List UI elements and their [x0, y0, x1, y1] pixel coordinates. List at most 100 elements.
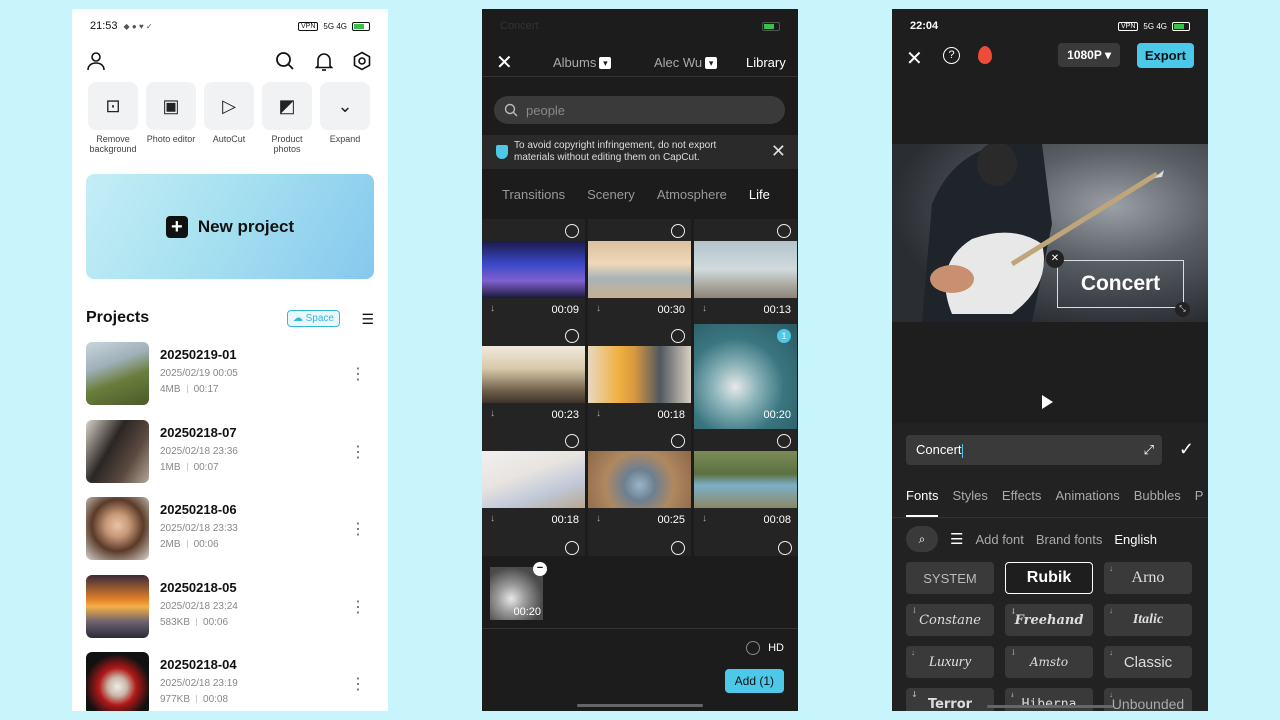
tab-styles[interactable]: Styles: [953, 488, 988, 503]
add-font-button[interactable]: Add font: [975, 532, 1023, 547]
tab-bubbles[interactable]: Bubbles: [1134, 488, 1181, 503]
select-badge[interactable]: 1: [777, 329, 791, 343]
rotate-scale-icon[interactable]: ⤡: [1175, 302, 1190, 317]
tab-scenery[interactable]: Scenery: [587, 187, 635, 202]
download-icon[interactable]: ↓: [596, 408, 601, 419]
new-project-button[interactable]: + New project: [86, 174, 374, 279]
sort-list-icon[interactable]: ☰: [361, 311, 374, 328]
download-icon[interactable]: ↓: [702, 303, 707, 314]
tab-user[interactable]: Alec Wu ▾: [654, 55, 718, 70]
more-options-icon[interactable]: ⋮: [350, 674, 366, 694]
select-circle[interactable]: [565, 224, 579, 238]
clip-tile[interactable]: ↓ 00:30: [588, 219, 691, 324]
tool-product-photos[interactable]: ◩ Product photos: [262, 82, 312, 154]
tool-remove-background[interactable]: ⊡ Remove background: [88, 82, 138, 154]
select-circle[interactable]: [671, 224, 685, 238]
clip-tile-selected[interactable]: 1 00:20: [694, 324, 797, 429]
close-icon[interactable]: ✕: [496, 50, 513, 75]
tab-fonts[interactable]: Fonts: [906, 488, 939, 503]
clip-tile[interactable]: ↓ 00:18: [482, 429, 585, 534]
font-option[interactable]: ↓ Freehand: [1005, 604, 1093, 636]
tool-autocut[interactable]: ▷ AutoCut: [204, 82, 254, 154]
clip-tile[interactable]: ↓ 00:09: [482, 219, 585, 324]
close-icon[interactable]: ✕: [906, 46, 923, 71]
download-icon[interactable]: ↓: [596, 303, 601, 314]
font-option[interactable]: ↓ Constane: [906, 604, 994, 636]
project-row[interactable]: 20250219-01 2025/02/19 00:05 4MB 00:17 ⋮: [86, 342, 374, 420]
download-icon[interactable]: ↓: [702, 513, 707, 524]
search-input[interactable]: people: [494, 96, 785, 124]
add-button[interactable]: Add (1): [724, 669, 784, 693]
delete-text-icon[interactable]: ✕: [1046, 250, 1064, 268]
clip-tile[interactable]: ↓ 00:08: [694, 429, 797, 534]
clip-tile[interactable]: ↓ 00:25: [588, 429, 691, 534]
project-row[interactable]: 20250218-06 2025/02/18 23:33 2MB 00:06 ⋮: [86, 497, 374, 575]
font-option-selected[interactable]: Rubik: [1005, 562, 1093, 594]
tab-effects[interactable]: Effects: [1002, 488, 1042, 503]
more-options-icon[interactable]: ⋮: [350, 519, 366, 539]
tool-photo-editor[interactable]: ▣ Photo editor: [146, 82, 196, 154]
select-circle[interactable]: [565, 329, 579, 343]
more-options-icon[interactable]: ⋮: [350, 364, 366, 384]
font-option[interactable]: ↓ Classic: [1104, 646, 1192, 678]
tab-life[interactable]: Life: [749, 187, 770, 202]
clip-tile[interactable]: [482, 534, 585, 556]
close-icon[interactable]: ✕: [771, 141, 786, 162]
tab-more[interactable]: P: [1195, 488, 1204, 503]
language-filter[interactable]: English: [1114, 532, 1157, 547]
select-circle[interactable]: [778, 541, 792, 555]
text-overlay[interactable]: Concert: [1057, 260, 1184, 308]
clip-tile[interactable]: ↓ 00:13: [694, 219, 797, 324]
brand-fonts-button[interactable]: Brand fonts: [1036, 532, 1103, 547]
help-icon[interactable]: ?: [943, 47, 960, 64]
flame-icon[interactable]: [978, 46, 992, 64]
tab-transitions[interactable]: Transitions: [502, 187, 565, 202]
video-preview[interactable]: Concert ✕ ⤡: [892, 144, 1208, 322]
project-row[interactable]: 20250218-05 2025/02/18 23:24 583KB 00:06 ⋮: [86, 574, 374, 653]
more-options-icon[interactable]: ⋮: [350, 597, 366, 617]
font-option[interactable]: ↓ Arno: [1104, 562, 1192, 594]
download-icon[interactable]: ↓: [490, 303, 495, 314]
space-button[interactable]: ☁ Space: [286, 310, 340, 327]
select-circle[interactable]: [777, 434, 791, 448]
play-icon[interactable]: [1042, 395, 1053, 409]
project-row[interactable]: 20250218-04 2025/02/18 23:19 977KB 00:08 ⋮: [86, 652, 374, 711]
select-circle[interactable]: [671, 329, 685, 343]
selected-clip[interactable]: − 00:20: [490, 562, 547, 620]
download-icon[interactable]: ↓: [596, 513, 601, 524]
text-input[interactable]: Concert ⤢: [906, 435, 1162, 465]
clip-tile[interactable]: ↓ 00:23: [482, 324, 585, 429]
export-button[interactable]: Export: [1136, 43, 1194, 68]
font-option[interactable]: ↓ Unbounded: [1104, 688, 1192, 711]
project-row[interactable]: 20250218-07 2025/02/18 23:36 1MB 00:07 ⋮: [86, 419, 374, 498]
tab-albums[interactable]: Albums ▾: [553, 55, 612, 70]
confirm-check-icon[interactable]: ✓: [1179, 439, 1194, 460]
settings-icon[interactable]: [352, 51, 372, 71]
profile-icon[interactable]: [86, 51, 106, 71]
more-options-icon[interactable]: ⋮: [350, 442, 366, 462]
download-icon[interactable]: ↓: [490, 408, 495, 419]
tool-expand[interactable]: ⌄ Expand: [320, 82, 370, 154]
search-icon[interactable]: ⌕: [906, 526, 938, 552]
resolution-dropdown[interactable]: 1080P ▾: [1058, 43, 1120, 67]
select-circle[interactable]: [565, 434, 579, 448]
clip-tile[interactable]: [694, 534, 798, 556]
font-option[interactable]: ↓ Amsto: [1005, 646, 1093, 678]
tab-animations[interactable]: Animations: [1055, 488, 1119, 503]
font-option[interactable]: ↓ Italic: [1104, 604, 1192, 636]
select-circle[interactable]: [671, 434, 685, 448]
tab-library[interactable]: Library: [746, 55, 786, 70]
expand-icon[interactable]: ⤢: [1144, 435, 1154, 465]
clip-tile[interactable]: [588, 534, 691, 556]
font-option[interactable]: ↓ Terror: [906, 688, 994, 711]
select-circle[interactable]: [777, 224, 791, 238]
font-option[interactable]: SYSTEM: [906, 562, 994, 594]
menu-icon[interactable]: ☰: [950, 530, 963, 548]
bell-icon[interactable]: [314, 51, 334, 71]
clip-tile[interactable]: ↓ 00:18: [588, 324, 691, 429]
search-icon[interactable]: [275, 51, 295, 71]
select-circle[interactable]: [671, 541, 685, 555]
hd-toggle[interactable]: HD: [746, 641, 784, 655]
download-icon[interactable]: ↓: [490, 513, 495, 524]
select-circle[interactable]: [565, 541, 579, 555]
